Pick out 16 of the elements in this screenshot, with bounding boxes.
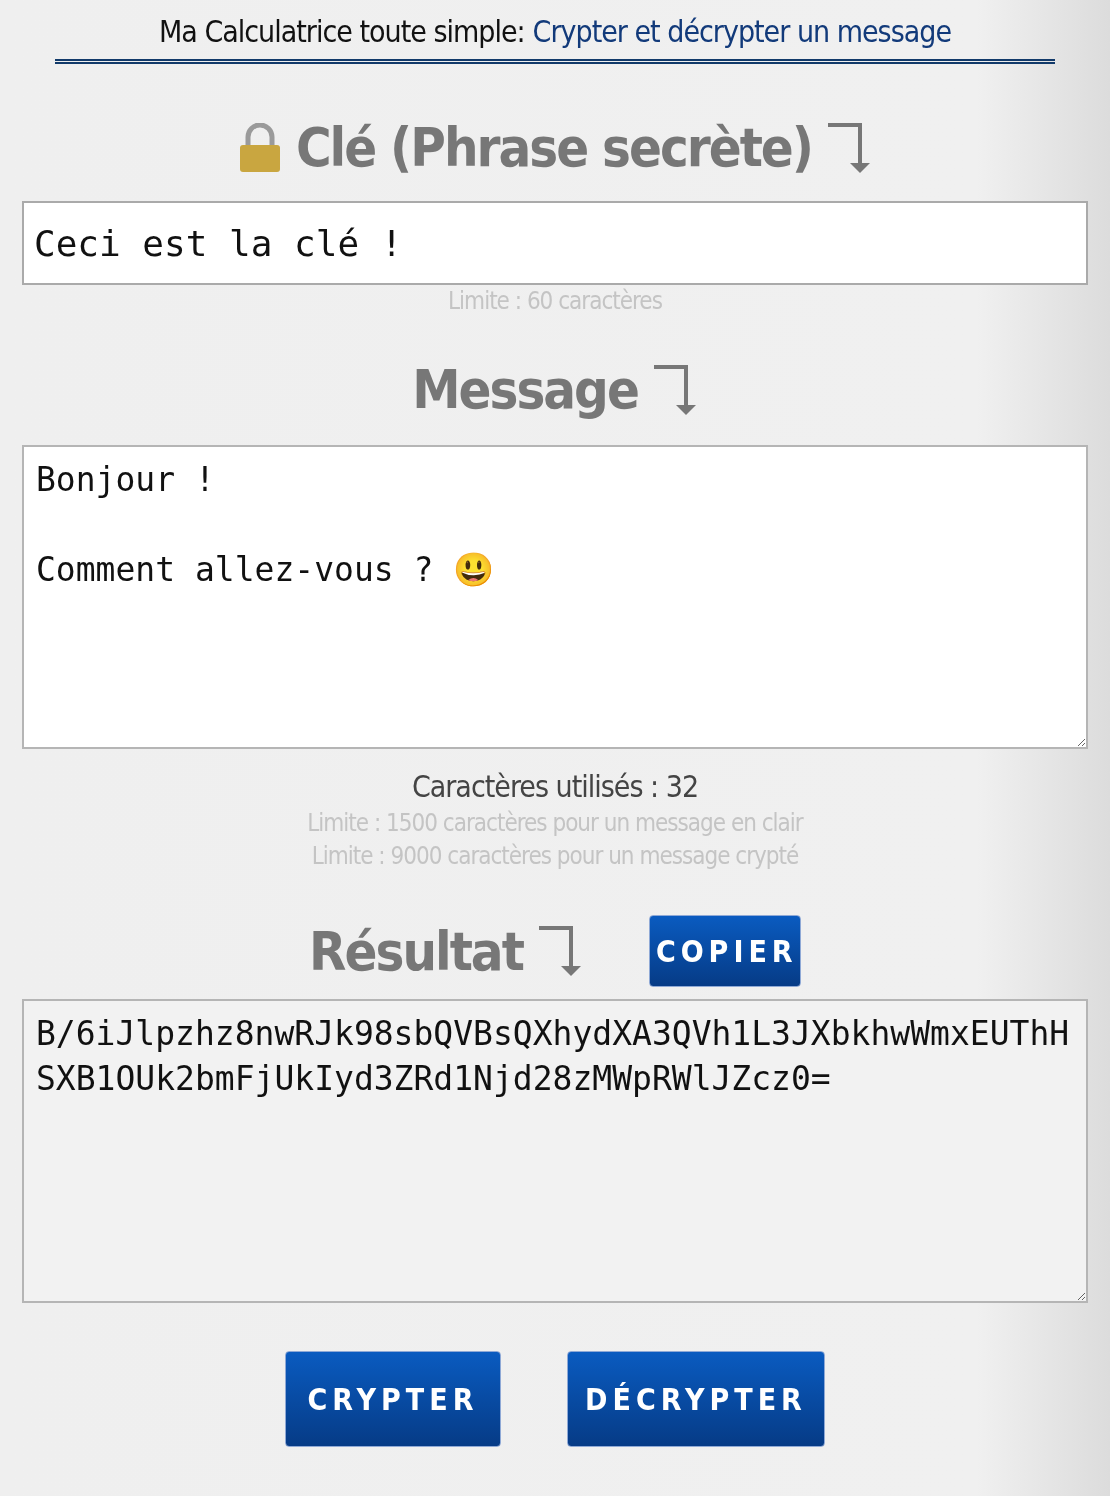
padlock-icon: [237, 122, 282, 173]
decrypt-button[interactable]: DÉCRYPTER: [567, 1351, 825, 1447]
section-heading: Message: [412, 358, 638, 421]
page-title: Ma Calculatrice toute simple:: [159, 14, 525, 49]
key-input-field[interactable]: Ceci est la clé !: [22, 201, 1088, 285]
encrypt-button[interactable]: CRYPTER: [285, 1351, 501, 1447]
corner-arrow-icon: [536, 924, 583, 978]
corner-arrow-icon: [826, 120, 873, 175]
copy-button[interactable]: COPIER: [648, 915, 801, 987]
corner-arrow-icon: [651, 362, 698, 417]
section-heading: Clé (Phrase secrète): [295, 116, 813, 179]
result-text-area[interactable]: B/6iJlpzhz8nwRJk98sbQVBsQXhydXA3QVh1L3JXbkhwWmxEUThHSXB1OUk2bmFjUkIyd3ZRd1Njd28zMWpRWlJZcz0=: [22, 999, 1088, 1303]
section-heading: Résultat: [309, 919, 523, 983]
message-text-area[interactable]: Bonjour ! Comment allez-vous ? 😃: [22, 445, 1088, 749]
character-count: Caractères utilisés : 32: [411, 768, 699, 806]
page-subtitle: Crypter et décrypter un message: [532, 14, 951, 49]
